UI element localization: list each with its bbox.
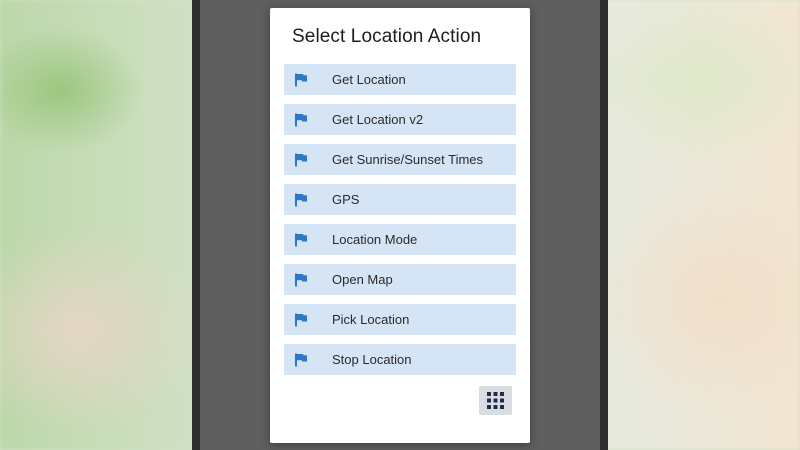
flag-icon <box>294 353 308 367</box>
action-item-get-sunrise-sunset-times[interactable]: Get Sunrise/Sunset Times <box>284 144 516 175</box>
action-item-label: GPS <box>332 192 360 207</box>
flag-icon <box>294 73 308 87</box>
action-item-label: Stop Location <box>332 352 412 367</box>
action-list: Get Location Get Location v2 Get Sunrise… <box>284 64 516 384</box>
flag-icon <box>294 233 308 247</box>
flag-icon <box>294 153 308 167</box>
action-item-label: Get Location <box>332 72 406 87</box>
action-item-open-map[interactable]: Open Map <box>284 264 516 295</box>
grid-icon <box>487 392 504 409</box>
flag-icon <box>294 193 308 207</box>
action-item-label: Open Map <box>332 272 393 287</box>
flag-icon <box>294 113 308 127</box>
action-item-label: Get Location v2 <box>332 112 424 127</box>
action-item-location-mode[interactable]: Location Mode <box>284 224 516 255</box>
action-item-label: Pick Location <box>332 312 410 327</box>
action-item-get-location-v2[interactable]: Get Location v2 <box>284 104 516 135</box>
action-item-get-location[interactable]: Get Location <box>284 64 516 95</box>
action-item-gps[interactable]: GPS <box>284 184 516 215</box>
action-item-label: Get Sunrise/Sunset Times <box>332 152 484 167</box>
select-location-action-dialog: Select Location Action Get Location Get … <box>270 8 530 443</box>
grid-view-button[interactable] <box>479 386 512 415</box>
dialog-title: Select Location Action <box>292 26 482 47</box>
action-item-pick-location[interactable]: Pick Location <box>284 304 516 335</box>
action-item-stop-location[interactable]: Stop Location <box>284 344 516 375</box>
flag-icon <box>294 273 308 287</box>
flag-icon <box>294 313 308 327</box>
action-item-label: Location Mode <box>332 232 418 247</box>
